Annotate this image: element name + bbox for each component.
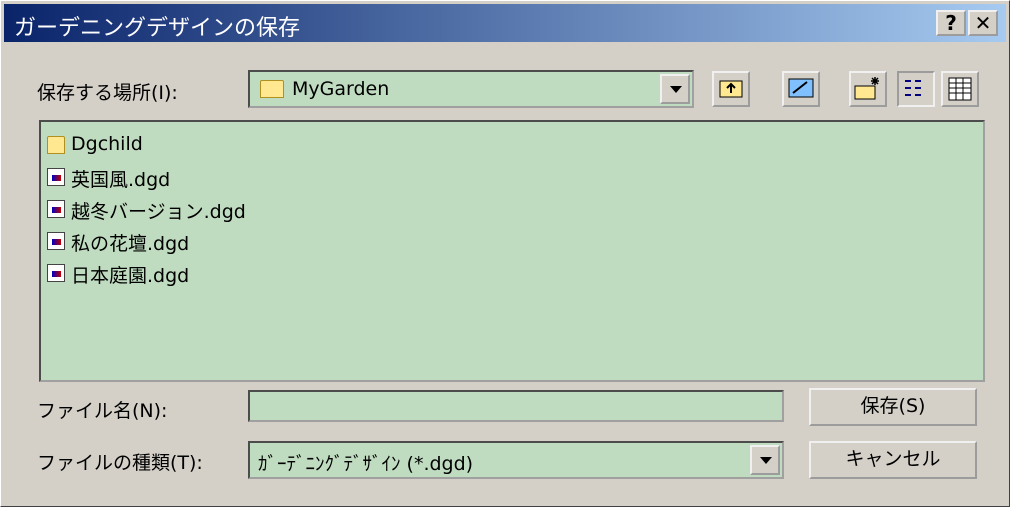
file-name: 越冬バージョン.dgd <box>71 201 246 223</box>
file-list[interactable]: Dgchild 英国風.dgd 越冬バージョン.dgd 私の花壇.dgd 日本庭… <box>39 120 985 382</box>
chevron-down-icon[interactable] <box>660 74 690 104</box>
chevron-down-icon[interactable] <box>750 445 780 475</box>
close-button[interactable]: ✕ <box>968 10 998 36</box>
filetype-value: ｶﾞｰﾃﾞﾆﾝｸﾞﾃﾞｻﾞｲﾝ (*.dgd) <box>258 453 474 475</box>
help-button[interactable]: ? <box>936 10 966 36</box>
document-icon <box>47 232 65 250</box>
new-folder-button[interactable] <box>849 71 887 107</box>
filename-field[interactable] <box>248 390 784 422</box>
file-name: 私の花壇.dgd <box>71 233 190 255</box>
list-view-icon <box>905 80 921 96</box>
document-icon <box>47 264 65 282</box>
details-view-button[interactable] <box>941 71 979 107</box>
file-name: 日本庭園.dgd <box>71 265 190 287</box>
file-name: 英国風.dgd <box>71 169 171 191</box>
title-bar[interactable]: ガーデニングデザインの保存 ? ✕ <box>4 4 1006 42</box>
open-folder-icon <box>260 80 284 98</box>
filename-label: ファイル名(N): <box>37 400 168 422</box>
up-one-level-button[interactable] <box>712 71 750 107</box>
folder-icon <box>47 136 65 154</box>
cancel-button[interactable]: キャンセル <box>809 441 977 479</box>
up-one-level-icon <box>719 80 743 98</box>
location-value: MyGarden <box>292 78 390 100</box>
file-name: Dgchild <box>71 133 143 155</box>
details-view-icon <box>948 77 972 101</box>
desktop-button[interactable] <box>782 71 820 107</box>
desktop-icon <box>788 78 814 98</box>
list-view-button[interactable] <box>897 71 935 107</box>
filetype-label: ファイルの種類(T): <box>37 452 203 474</box>
location-label: 保存する場所(I): <box>37 82 178 104</box>
document-icon <box>47 200 65 218</box>
location-combo[interactable]: MyGarden <box>248 70 694 108</box>
document-icon <box>47 168 65 186</box>
save-dialog: ガーデニングデザインの保存 ? ✕ 保存する場所(I): MyGarden Dg… <box>0 0 1010 507</box>
filetype-combo[interactable]: ｶﾞｰﾃﾞﾆﾝｸﾞﾃﾞｻﾞｲﾝ (*.dgd) <box>248 441 784 479</box>
dialog-title: ガーデニングデザインの保存 <box>14 16 301 41</box>
new-folder-icon <box>854 77 879 100</box>
save-button[interactable]: 保存(S) <box>809 388 977 426</box>
